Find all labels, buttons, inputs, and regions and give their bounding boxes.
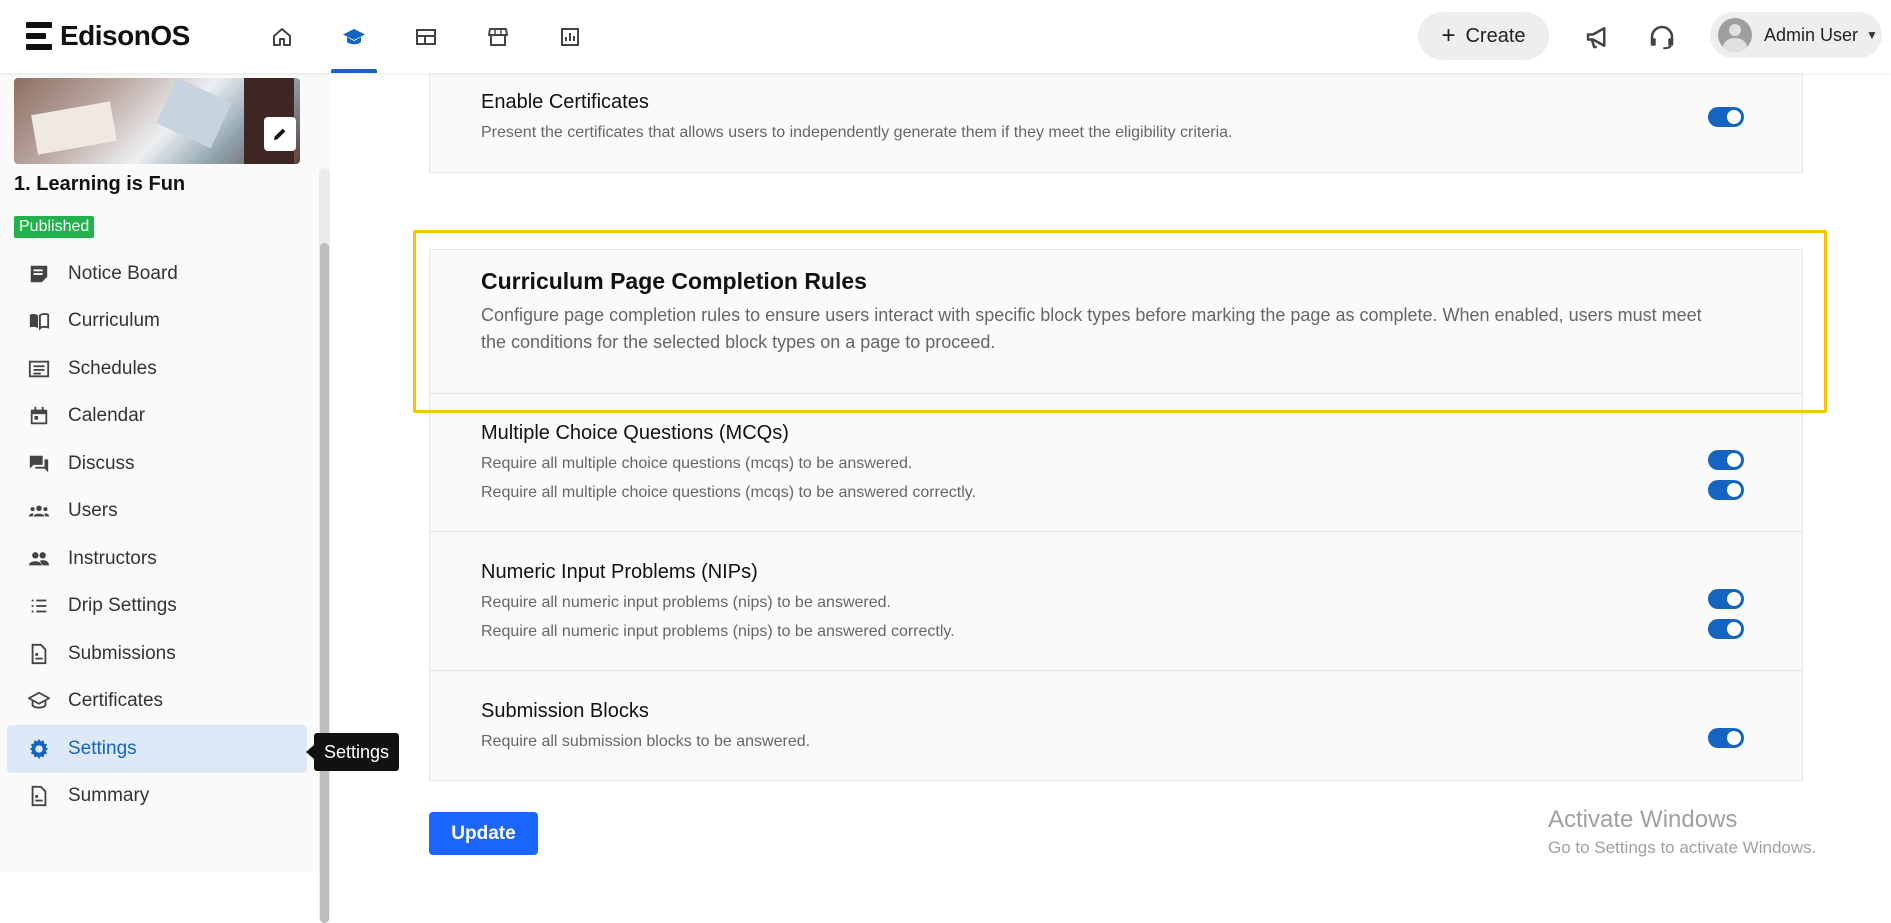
sidebar-item-summary[interactable]: Summary	[7, 773, 307, 821]
certificates-settings-card: Enable Certificates Present the certific…	[429, 60, 1803, 173]
list-icon	[28, 360, 50, 377]
certificates-title: Enable Certificates	[481, 91, 649, 113]
nip-answered-label: Require all numeric input problems (nips…	[481, 594, 891, 611]
users-icon	[28, 505, 50, 517]
sidebar-item-settings[interactable]: Settings	[7, 725, 307, 773]
headset-support-icon[interactable]	[1647, 22, 1677, 52]
nip-group-title: Numeric Input Problems (NIPs)	[481, 561, 758, 583]
analytics-icon	[561, 27, 579, 46]
sidebar-item-label: Drip Settings	[68, 595, 177, 617]
sidebar-item-label: Instructors	[68, 547, 157, 569]
course-menu: Notice Board Curriculum Schedules Calend…	[7, 250, 307, 820]
graduation-cap-icon	[343, 28, 365, 44]
book-icon	[29, 313, 50, 331]
notice-board-icon	[30, 265, 48, 282]
nip-answered-toggle[interactable]	[1708, 589, 1744, 609]
create-button[interactable]: + Create	[1418, 12, 1549, 60]
completion-rules-card: Curriculum Page Completion Rules Configu…	[429, 249, 1803, 781]
sidebar-item-curriculum[interactable]: Curriculum	[7, 298, 307, 346]
sidebar-item-label: Schedules	[68, 357, 157, 379]
mcq-correct-toggle[interactable]	[1708, 480, 1744, 500]
settings-tooltip: Settings	[305, 733, 400, 771]
nav-home[interactable]	[246, 0, 318, 73]
sidebar-item-instructors[interactable]: Instructors	[7, 535, 307, 583]
edit-thumbnail-button[interactable]	[264, 117, 296, 151]
nav-dashboard[interactable]	[390, 0, 462, 73]
document-icon	[31, 643, 47, 664]
logo-text: EdisonOS	[60, 20, 190, 51]
sidebar-item-label: Discuss	[68, 452, 135, 474]
completion-rules-description: Configure page completion rules to ensur…	[481, 305, 1702, 352]
submission-group-title: Submission Blocks	[481, 700, 649, 722]
plus-icon: +	[1441, 22, 1456, 49]
avatar	[1718, 18, 1752, 52]
course-sidebar: 1. Learning is Fun Published Notice Boar…	[0, 73, 330, 923]
nav-store[interactable]	[462, 0, 534, 73]
edisonos-logo[interactable]: EdisonOS	[26, 20, 190, 52]
sidebar-item-certificates[interactable]: Certificates	[7, 678, 307, 726]
sidebar-item-calendar[interactable]: Calendar	[7, 393, 307, 441]
mcq-correct-label: Require all multiple choice questions (m…	[481, 484, 977, 501]
enable-certificates-toggle[interactable]	[1708, 107, 1744, 127]
activation-watermark-subtitle: Go to Settings to activate Windows.	[1548, 838, 1817, 857]
summary-icon	[31, 786, 47, 807]
sidebar-item-label: Curriculum	[68, 310, 160, 332]
nav-courses[interactable]	[318, 0, 390, 73]
sidebar-item-label: Users	[68, 500, 118, 522]
sidebar-item-users[interactable]: Users	[7, 488, 307, 536]
completion-rules-title: Curriculum Page Completion Rules	[481, 268, 867, 294]
mcq-group-title: Multiple Choice Questions (MCQs)	[481, 422, 789, 444]
create-label: Create	[1465, 24, 1526, 47]
update-button[interactable]: Update	[429, 812, 538, 855]
sidebar-item-discuss[interactable]: Discuss	[7, 440, 307, 488]
logo-mark-icon	[26, 22, 52, 50]
section-divider	[430, 670, 1802, 671]
sidebar-item-label: Summary	[68, 785, 150, 807]
forum-icon	[29, 455, 49, 472]
certificates-description: Present the certificates that allows use…	[481, 124, 1233, 141]
nav-analytics[interactable]	[534, 0, 606, 73]
gear-icon	[29, 738, 49, 759]
nip-correct-toggle[interactable]	[1708, 619, 1744, 639]
numbered-list-icon	[31, 599, 47, 613]
user-name: Admin User	[1764, 24, 1859, 45]
calendar-icon	[30, 407, 48, 425]
dashboard-icon	[416, 28, 436, 45]
status-badge: Published	[14, 216, 95, 238]
certificate-icon	[28, 692, 50, 709]
submission-answered-toggle[interactable]	[1708, 728, 1744, 748]
sidebar-item-label: Submissions	[68, 642, 176, 664]
home-icon	[273, 27, 291, 46]
course-thumbnail	[14, 78, 300, 164]
main-nav-icons	[246, 0, 606, 73]
activation-watermark-title: Activate Windows	[1548, 806, 1738, 833]
section-divider	[430, 393, 1802, 394]
user-menu[interactable]: Admin User ▼	[1710, 12, 1882, 58]
course-title: 1. Learning is Fun	[14, 173, 186, 195]
sidebar-item-label: Notice Board	[68, 262, 178, 284]
section-divider	[430, 531, 1802, 532]
megaphone-icon[interactable]	[1583, 22, 1613, 52]
top-navigation-bar: EdisonOS + Create Admin User ▼	[0, 0, 1891, 73]
nip-correct-label: Require all numeric input problems (nips…	[481, 623, 955, 640]
sidebar-item-label: Settings	[68, 737, 137, 759]
sidebar-item-schedules[interactable]: Schedules	[7, 345, 307, 393]
sidebar-item-submissions[interactable]: Submissions	[7, 630, 307, 678]
sidebar-item-label: Certificates	[68, 690, 164, 712]
sidebar-item-notice-board[interactable]: Notice Board	[7, 250, 307, 298]
mcq-answered-toggle[interactable]	[1708, 450, 1744, 470]
people-icon	[28, 551, 50, 566]
sidebar-item-label: Calendar	[68, 405, 146, 427]
sidebar-item-drip-settings[interactable]: Drip Settings	[7, 583, 307, 631]
mcq-answered-label: Require all multiple choice questions (m…	[481, 455, 913, 472]
storefront-icon	[488, 27, 508, 46]
pencil-icon	[274, 128, 286, 140]
sidebar-scrollbar-thumb[interactable]	[320, 243, 329, 923]
chevron-down-icon: ▼	[1866, 28, 1878, 42]
sidebar-scrollbar[interactable]	[319, 168, 330, 923]
submission-answered-label: Require all submission blocks to be answ…	[481, 733, 811, 750]
